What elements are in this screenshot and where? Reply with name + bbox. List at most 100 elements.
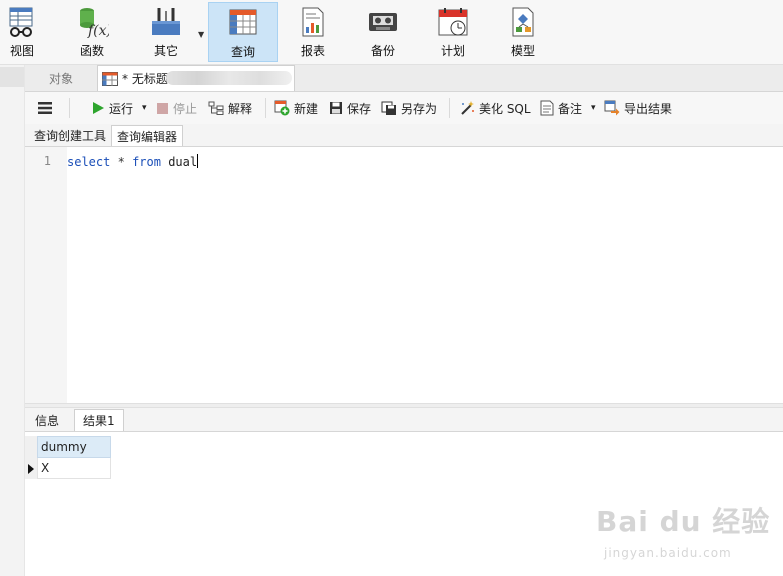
grid-corner	[25, 436, 37, 458]
tab-info-label: 信息	[35, 413, 60, 428]
tab-query-untitled[interactable]: * 无标题	[97, 65, 295, 91]
other-tools-icon	[152, 8, 180, 35]
query-icon	[229, 9, 257, 35]
tab-objects-label: 对象	[48, 71, 73, 86]
stop-button[interactable]: 停止	[156, 99, 197, 117]
toolbar-separator	[449, 98, 450, 118]
keyword-select: select	[67, 155, 111, 169]
stop-label: 停止	[173, 101, 198, 116]
notes-button[interactable]: 备注	[540, 99, 582, 117]
column-header-label: dummy	[41, 440, 87, 454]
notes-icon	[540, 100, 554, 116]
save-as-label: 另存为	[401, 101, 438, 116]
query-toolbar: 运行 ▾ 停止 解释 新建 保存 另存为 美化 SQL 备注 ▾ 导出结果	[25, 92, 783, 124]
export-icon	[604, 100, 620, 116]
model-icon	[512, 7, 534, 37]
ribbon-other-button[interactable]: 其它	[134, 2, 198, 62]
beautify-sql-label: 美化 SQL	[479, 101, 531, 116]
new-query-button[interactable]: 新建	[274, 99, 318, 117]
view-icon	[9, 7, 33, 37]
operator-star: *	[117, 155, 125, 169]
left-panel-header	[0, 67, 24, 87]
ribbon-function-button[interactable]: f(x) 函数	[60, 2, 124, 62]
menu-button[interactable]	[37, 99, 53, 117]
tab-query-editor[interactable]: 查询编辑器	[111, 125, 184, 146]
save-button[interactable]: 保存	[329, 99, 371, 117]
run-dropdown-icon: ▾	[142, 103, 147, 113]
result-tabs: 信息 结果1	[25, 408, 783, 432]
tab-objects[interactable]: 对象	[25, 65, 97, 91]
query-tab-title: * 无标题	[122, 72, 168, 86]
explain-icon	[208, 101, 224, 115]
toolbar-separator	[265, 98, 266, 118]
hamburger-icon	[38, 102, 52, 114]
run-dropdown-button[interactable]: ▾	[142, 99, 147, 117]
sql-code-line[interactable]: select * from dual	[67, 154, 199, 169]
function-icon: f(x)	[80, 8, 109, 39]
query-tab-icon	[102, 71, 118, 86]
table-cell[interactable]: X	[37, 458, 111, 479]
ribbon-report-label: 报表	[300, 44, 325, 58]
report-icon	[302, 7, 324, 37]
notes-dropdown-icon: ▾	[591, 103, 596, 113]
ribbon-model-label: 模型	[510, 44, 535, 58]
save-label: 保存	[347, 101, 372, 116]
new-label: 新建	[294, 101, 319, 116]
ribbon-view-label: 视图	[9, 44, 34, 58]
ribbon-schedule-button[interactable]: 计划	[421, 2, 485, 62]
run-button[interactable]: 运行	[91, 99, 133, 117]
document-tab-bar: 对象 * 无标题	[25, 65, 783, 92]
watermark-url: jingyan.baidu.com	[604, 546, 732, 560]
svg-text:f(x): f(x)	[87, 23, 109, 39]
ribbon-schedule-label: 计划	[440, 44, 465, 58]
keyword-from: from	[132, 155, 161, 169]
cell-value: X	[41, 461, 50, 475]
ribbon-view-button[interactable]: 视图	[0, 2, 54, 62]
ribbon-other-dropdown-icon[interactable]: ▼	[198, 30, 204, 39]
line-number-gutter: 1	[25, 147, 67, 403]
query-mode-tabs: 查询创建工具 查询编辑器	[25, 124, 783, 147]
export-results-button[interactable]: 导出结果	[604, 99, 672, 117]
toolbar-separator	[69, 98, 70, 118]
row-indicator[interactable]	[25, 458, 37, 479]
left-panel-gutter	[0, 65, 25, 576]
schedule-icon	[438, 8, 468, 36]
notes-label: 备注	[558, 101, 583, 116]
ribbon-report-button[interactable]: 报表	[281, 2, 345, 62]
save-icon	[330, 102, 342, 114]
blurred-tab-text	[166, 71, 292, 85]
column-header-dummy[interactable]: dummy	[37, 436, 111, 458]
watermark-logo-text: Bai du 经验	[596, 505, 771, 538]
tab-query-builder-label: 查询创建工具	[34, 129, 107, 143]
stop-icon	[157, 102, 168, 114]
table-identifier: dual	[168, 155, 198, 169]
run-label: 运行	[109, 101, 134, 116]
save-as-button[interactable]: 另存为	[381, 99, 437, 117]
ribbon-query-label: 查询	[230, 45, 255, 59]
beautify-sql-button[interactable]: 美化 SQL	[459, 99, 531, 117]
save-as-icon	[381, 101, 396, 115]
tab-result1[interactable]: 结果1	[74, 409, 124, 431]
new-icon	[274, 100, 290, 116]
ribbon-function-label: 函数	[79, 44, 104, 58]
sql-editor[interactable]: 1 select * from dual	[25, 147, 783, 403]
main-ribbon: 视图 f(x) 函数 其它 ▼ 查询	[0, 0, 783, 65]
ribbon-model-button[interactable]: 模型	[491, 2, 555, 62]
export-results-label: 导出结果	[624, 101, 673, 116]
ribbon-other-label: 其它	[153, 44, 178, 58]
tab-info[interactable]: 信息	[27, 409, 67, 431]
tab-result1-label: 结果1	[83, 414, 115, 428]
explain-label: 解释	[228, 101, 253, 116]
play-icon	[93, 102, 104, 114]
text-caret	[197, 154, 199, 168]
notes-dropdown-button[interactable]: ▾	[591, 99, 596, 117]
explain-button[interactable]: 解释	[208, 99, 252, 117]
backup-icon	[369, 13, 397, 31]
line-number: 1	[43, 154, 51, 168]
ribbon-query-button[interactable]: 查询	[208, 2, 278, 62]
baidu-watermark: Bai du 经验 jingyan.baidu.com	[596, 490, 776, 570]
current-row-arrow-icon	[28, 463, 34, 474]
ribbon-backup-button[interactable]: 备份	[351, 2, 415, 62]
tab-query-builder[interactable]: 查询创建工具	[29, 125, 111, 146]
ribbon-backup-label: 备份	[370, 44, 395, 58]
